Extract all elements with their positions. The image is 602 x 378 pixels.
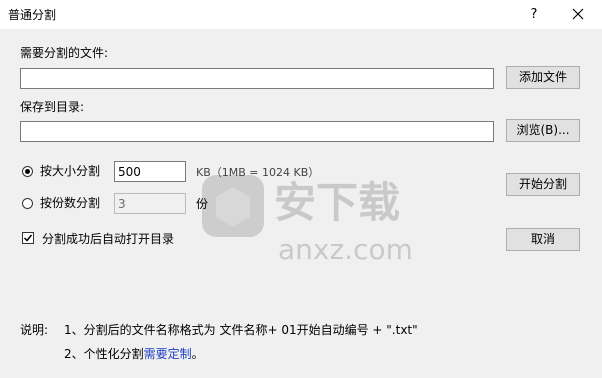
open-after-label[interactable]: 分割成功后自动打开目录 <box>42 230 174 247</box>
close-icon <box>572 8 584 20</box>
split-by-count-label[interactable]: 按份数分割 <box>40 194 100 211</box>
split-by-size-label[interactable]: 按大小分割 <box>40 162 100 179</box>
close-button[interactable] <box>556 0 600 29</box>
dialog-body: 安下载 anxz.com 需要分割的文件: 添加文件 保存到目录: 浏览(B).… <box>0 29 602 378</box>
split-by-count-radio[interactable] <box>22 198 33 209</box>
open-after-checkbox[interactable] <box>22 232 34 244</box>
target-label: 保存到目录: <box>20 100 85 114</box>
cancel-button[interactable]: 取消 <box>506 228 580 251</box>
count-input[interactable] <box>114 193 186 214</box>
browse-button[interactable]: 浏览(B)... <box>506 119 580 142</box>
source-label: 需要分割的文件: <box>20 46 109 60</box>
add-file-button[interactable]: 添加文件 <box>506 66 580 89</box>
size-unit-note: KB（1MB = 1024 KB） <box>196 166 320 179</box>
target-dir-input[interactable] <box>20 121 494 142</box>
watermark-logo: 安下载 anxz.com <box>202 175 413 266</box>
size-input[interactable] <box>114 161 186 182</box>
help-button[interactable]: ? <box>512 0 556 29</box>
customize-link[interactable]: 需要定制 <box>144 347 192 361</box>
title-bar: 普通分割 ? <box>0 0 602 29</box>
source-file-input[interactable] <box>20 68 494 89</box>
checkmark-icon <box>23 234 33 242</box>
start-split-button[interactable]: 开始分割 <box>506 173 580 196</box>
watermark-en: anxz.com <box>278 233 413 266</box>
watermark-cn: 安下载 <box>274 178 400 227</box>
notes-line-1: 1、分割后的文件名称格式为 文件名称+ 01开始自动编号 + ".txt" <box>64 323 418 337</box>
notes-line-2: 2、个性化分割需要定制。 <box>64 345 204 362</box>
window-title: 普通分割 <box>8 8 57 22</box>
notes-line-2-suffix: 。 <box>191 347 204 361</box>
split-by-size-radio[interactable] <box>22 166 33 177</box>
notes-line-2-text: 2、个性化分割 <box>64 347 144 361</box>
notes-prefix: 说明: <box>20 323 49 337</box>
count-unit: 份 <box>196 197 209 211</box>
